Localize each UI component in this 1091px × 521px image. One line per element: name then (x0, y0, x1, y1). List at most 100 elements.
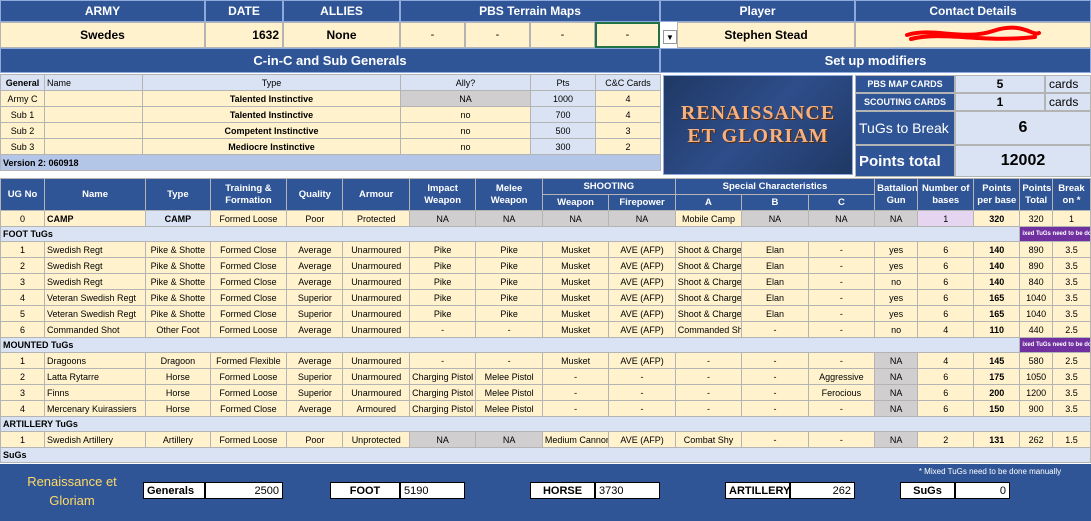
cell-impact[interactable]: - (408, 352, 477, 369)
cell-type[interactable]: Horse (145, 400, 211, 417)
cell-training[interactable]: Formed Close (209, 289, 288, 306)
cell-impact[interactable]: NA (408, 210, 477, 227)
cell-type[interactable]: Horse (145, 368, 211, 385)
cell-armour[interactable]: Unarmoured (342, 273, 410, 290)
cell-impact[interactable]: Pike (408, 241, 477, 258)
cell-quality[interactable]: Superior (286, 384, 344, 401)
cell-firepower[interactable]: AVE (AFP) (608, 305, 676, 322)
cell-armour[interactable]: Unarmoured (342, 289, 410, 306)
cell-quality[interactable]: Average (286, 257, 344, 274)
cell-quality[interactable]: Average (286, 241, 344, 258)
cell-special-b[interactable]: - (741, 352, 809, 369)
cell-armour[interactable]: Unarmoured (342, 257, 410, 274)
cell-armour[interactable]: Armoured (342, 400, 410, 417)
cell-armour[interactable]: Unarmoured (342, 352, 410, 369)
cell-melee[interactable]: - (475, 352, 543, 369)
cell-firepower[interactable]: AVE (AFP) (608, 257, 676, 274)
cell-armour[interactable]: Unarmoured (342, 368, 410, 385)
cell-melee[interactable]: Pike (475, 289, 543, 306)
cell-shoot-weapon[interactable]: - (541, 384, 610, 401)
cell-battalion-gun[interactable]: yes (874, 257, 919, 274)
cell-special-b[interactable]: Elan (741, 257, 809, 274)
cell-shoot-weapon[interactable]: Musket (541, 321, 610, 338)
cell-training[interactable]: Formed Close (209, 257, 288, 274)
map-3-value[interactable]: - (530, 22, 595, 48)
cell-special-c[interactable]: NA (807, 210, 876, 227)
cell-special-b[interactable]: NA (741, 210, 809, 227)
cell-special-c[interactable]: Ferocious (807, 384, 876, 401)
cell-quality[interactable]: Average (286, 400, 344, 417)
cell-armour[interactable]: Protected (342, 210, 410, 227)
cell-battalion-gun[interactable]: NA (874, 352, 919, 369)
cell-special-c[interactable]: - (807, 257, 876, 274)
cell-firepower[interactable]: - (608, 384, 676, 401)
cell-melee[interactable]: Pike (475, 305, 543, 322)
cell-training[interactable]: Formed Close (209, 241, 288, 258)
cell-impact[interactable]: NA (408, 431, 477, 448)
cell-training[interactable]: Formed Loose (209, 210, 288, 227)
cell-special-b[interactable]: - (741, 384, 809, 401)
cell-type[interactable]: Pike & Shotte (145, 241, 211, 258)
cell-impact[interactable]: Pike (408, 305, 477, 322)
cell-quality[interactable]: Poor (286, 431, 344, 448)
cell-melee[interactable]: Pike (475, 241, 543, 258)
cell-special-a[interactable]: Shoot & Charge (674, 289, 743, 306)
cell-quality[interactable]: Average (286, 321, 344, 338)
cell-quality[interactable]: Superior (286, 305, 344, 322)
cell-special-a[interactable]: Commanded Shot (674, 321, 743, 338)
cell-melee[interactable]: Pike (475, 257, 543, 274)
cell-special-a[interactable]: - (674, 400, 743, 417)
general-ally[interactable]: no (400, 122, 531, 139)
cell-name[interactable]: Dragoons (43, 352, 147, 369)
cell-shoot-weapon[interactable]: - (541, 368, 610, 385)
map-cards-value[interactable]: 5 (955, 75, 1045, 93)
map-2-value[interactable]: - (465, 22, 530, 48)
cell-melee[interactable]: NA (475, 210, 543, 227)
cell-special-a[interactable]: - (674, 368, 743, 385)
cell-name[interactable]: Swedish Regt (43, 257, 147, 274)
cell-firepower[interactable]: AVE (AFP) (608, 352, 676, 369)
cell-type[interactable]: Horse (145, 384, 211, 401)
cell-special-a[interactable]: Shoot & Charge (674, 241, 743, 258)
general-type[interactable]: Mediocre Instinctive (142, 138, 401, 155)
cell-special-a[interactable]: - (674, 384, 743, 401)
cell-shoot-weapon[interactable]: Musket (541, 352, 610, 369)
cell-name[interactable]: Veteran Swedish Regt (43, 289, 147, 306)
cell-shoot-weapon[interactable]: Musket (541, 241, 610, 258)
cell-battalion-gun[interactable]: no (874, 321, 919, 338)
cell-special-c[interactable]: - (807, 273, 876, 290)
cell-name[interactable]: Swedish Artillery (43, 431, 147, 448)
cell-quality[interactable]: Average (286, 352, 344, 369)
cell-battalion-gun[interactable]: yes (874, 305, 919, 322)
scout-cards-value[interactable]: 1 (955, 93, 1045, 111)
cell-firepower[interactable]: - (608, 368, 676, 385)
cell-special-c[interactable]: - (807, 431, 876, 448)
general-name[interactable] (44, 122, 143, 139)
contact-value[interactable] (855, 22, 1091, 48)
cell-shoot-weapon[interactable]: Musket (541, 289, 610, 306)
cell-battalion-gun[interactable]: NA (874, 210, 919, 227)
cell-special-c[interactable]: - (807, 352, 876, 369)
cell-name[interactable]: Veteran Swedish Regt (43, 305, 147, 322)
cell-name[interactable]: Mercenary Kuirassiers (43, 400, 147, 417)
cell-armour[interactable]: Unarmoured (342, 384, 410, 401)
cell-shoot-weapon[interactable]: Musket (541, 305, 610, 322)
cell-special-c[interactable]: - (807, 289, 876, 306)
cell-special-b[interactable]: Elan (741, 305, 809, 322)
cell-quality[interactable]: Poor (286, 210, 344, 227)
cell-name[interactable]: CAMP (43, 210, 147, 227)
cell-battalion-gun[interactable]: no (874, 273, 919, 290)
cell-special-c[interactable]: Aggressive (807, 368, 876, 385)
cell-battalion-gun[interactable]: NA (874, 431, 919, 448)
cell-training[interactable]: Formed Loose (209, 431, 288, 448)
cell-firepower[interactable]: AVE (AFP) (608, 289, 676, 306)
cell-training[interactable]: Formed Loose (209, 321, 288, 338)
cell-type[interactable]: Pike & Shotte (145, 289, 211, 306)
cell-quality[interactable]: Average (286, 273, 344, 290)
cell-type[interactable]: Artillery (145, 431, 211, 448)
cell-special-c[interactable]: - (807, 305, 876, 322)
cell-training[interactable]: Formed Flexible (209, 352, 288, 369)
cell-melee[interactable]: - (475, 321, 543, 338)
cell-melee[interactable]: NA (475, 431, 543, 448)
cell-armour[interactable]: Unarmoured (342, 241, 410, 258)
